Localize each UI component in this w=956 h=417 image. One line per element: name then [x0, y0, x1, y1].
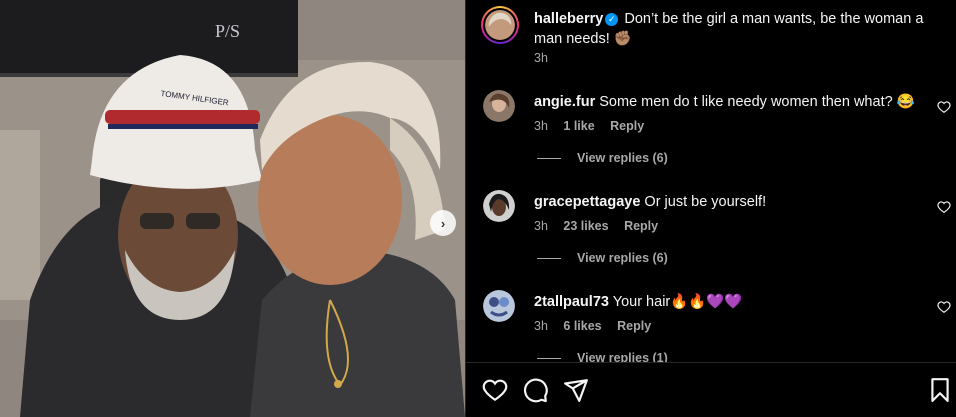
carousel-next-button[interactable]: ›	[430, 210, 456, 236]
comment-item: gracepettagaye Or just be yourself! 3h 2…	[481, 190, 951, 250]
comment-likes[interactable]: 1 like	[563, 119, 594, 133]
share-icon[interactable]	[563, 377, 589, 403]
avatar-image	[483, 190, 515, 222]
avatar-image	[483, 90, 515, 122]
svg-text:P/S: P/S	[215, 21, 240, 41]
comment-username[interactable]: gracepettagaye	[534, 194, 640, 210]
post-photo[interactable]: P/S TOMMY HILFIGER ›	[0, 0, 465, 417]
reply-button[interactable]: Reply	[617, 319, 651, 333]
author-avatar[interactable]	[481, 6, 519, 44]
comment-heart-icon[interactable]	[937, 100, 951, 114]
caption-timestamp: 3h	[534, 51, 548, 65]
comments-list[interactable]: halleberry ✓ Don’t be the girl a man want…	[466, 0, 956, 362]
comment-avatar[interactable]	[483, 190, 515, 222]
comment-username[interactable]: angie.fur	[534, 94, 595, 110]
comment-meta: 3h 23 likes Reply	[534, 219, 670, 233]
comment-heart-icon[interactable]	[937, 200, 951, 214]
comment-meta: 3h 1 like Reply	[534, 119, 656, 133]
view-replies-button[interactable]: View replies (1)	[537, 351, 668, 362]
avatar-image	[485, 10, 515, 40]
heart-icon[interactable]	[482, 377, 508, 403]
comment-username[interactable]: 2tallpaul73	[534, 294, 609, 310]
replies-divider	[537, 158, 561, 160]
view-replies-button[interactable]: View replies (6)	[537, 151, 668, 165]
post-action-bar	[466, 362, 956, 417]
comment-item: 2tallpaul73 Your hair🔥🔥💜💜 3h 6 likes Rep…	[481, 290, 951, 350]
caption-text: halleberry ✓ Don’t be the girl a man want…	[534, 9, 949, 49]
comment-avatar[interactable]	[483, 290, 515, 322]
replies-divider	[537, 358, 561, 360]
view-replies-label: View replies (6)	[577, 151, 668, 165]
author-username[interactable]: halleberry	[534, 11, 603, 27]
comment-icon[interactable]	[523, 377, 549, 403]
view-replies-label: View replies (1)	[577, 351, 668, 362]
comment-text: angie.fur Some men do t like needy women…	[534, 93, 915, 111]
comment-item: angie.fur Some men do t like needy women…	[481, 90, 951, 150]
view-replies-label: View replies (6)	[577, 251, 668, 265]
comment-body: Or just be yourself!	[644, 194, 767, 210]
bookmark-icon[interactable]	[927, 377, 953, 403]
comment-time: 3h	[534, 119, 548, 133]
comment-heart-icon[interactable]	[937, 300, 951, 314]
reply-button[interactable]: Reply	[624, 219, 658, 233]
comment-body: Your hair🔥🔥💜💜	[612, 294, 743, 310]
comment-body: Some men do t like needy women then what…	[599, 94, 915, 110]
comment-time: 3h	[534, 319, 548, 333]
replies-divider	[537, 258, 561, 260]
avatar-image	[483, 290, 515, 322]
verified-icon: ✓	[605, 13, 619, 26]
view-replies-button[interactable]: View replies (6)	[537, 251, 668, 265]
comment-text: 2tallpaul73 Your hair🔥🔥💜💜	[534, 293, 742, 311]
comment-avatar[interactable]	[483, 90, 515, 122]
comment-time: 3h	[534, 219, 548, 233]
reply-button[interactable]: Reply	[610, 119, 644, 133]
post-side-panel: halleberry ✓ Don’t be the girl a man want…	[465, 0, 956, 417]
comment-text: gracepettagaye Or just be yourself!	[534, 193, 766, 211]
comment-likes[interactable]: 23 likes	[563, 219, 608, 233]
photo-illustration: P/S TOMMY HILFIGER	[0, 0, 465, 417]
comment-meta: 3h 6 likes Reply	[534, 319, 663, 333]
comment-likes[interactable]: 6 likes	[563, 319, 601, 333]
